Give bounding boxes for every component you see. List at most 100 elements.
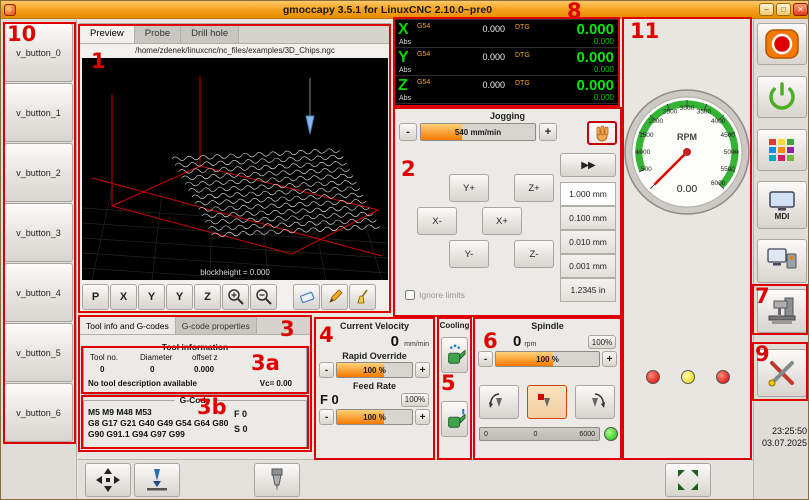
jog-fast-forward-button[interactable]: ▶▶ bbox=[560, 153, 616, 177]
jog-y-plus-button[interactable]: Y+ bbox=[449, 174, 489, 202]
block-height-button[interactable] bbox=[134, 463, 180, 497]
jog-speed-minus-button[interactable]: - bbox=[399, 123, 417, 141]
estop-button[interactable] bbox=[757, 23, 807, 65]
touch-off-button[interactable] bbox=[85, 463, 131, 497]
feed-override-value: 100 % bbox=[337, 410, 412, 424]
dro-row-x[interactable]: X G54 Abs 0.000 DTG 0.000 0.000 bbox=[395, 20, 618, 48]
zoom-out-icon bbox=[255, 288, 273, 306]
tool-gcode-notebook: Tool info and G-codes G-code properties … bbox=[79, 316, 311, 451]
sidebar-v-button-1[interactable]: v_button_1 bbox=[4, 83, 73, 142]
clear-plot-button[interactable] bbox=[293, 284, 320, 310]
jog-z-plus-button[interactable]: Z+ bbox=[514, 174, 554, 202]
sweep-plot-button[interactable] bbox=[349, 284, 376, 310]
clock-date: 03.07.2025 bbox=[762, 438, 807, 448]
dro-abs-label: Abs bbox=[399, 67, 411, 74]
gauge-tick: 4500 bbox=[720, 132, 735, 139]
gremlin-3d-view[interactable]: blockheight = 0.000 bbox=[82, 58, 388, 280]
close-button[interactable]: ✕ bbox=[793, 3, 808, 16]
rapid-override-slider[interactable]: 100 % bbox=[336, 362, 413, 378]
minimize-button[interactable]: – bbox=[759, 3, 774, 16]
spindle-title: Spindle bbox=[475, 319, 620, 331]
rapid-minus-button[interactable]: - bbox=[319, 362, 334, 378]
increment-1mm[interactable]: 1.000 mm bbox=[560, 182, 616, 206]
flood-coolant-button[interactable] bbox=[441, 401, 468, 437]
spindle-override-slider[interactable]: 100 % bbox=[495, 351, 600, 367]
feed-override-slider[interactable]: 100 % bbox=[336, 409, 413, 425]
tool-description: No tool description available bbox=[88, 379, 197, 388]
jog-y-minus-button[interactable]: Y- bbox=[449, 240, 489, 268]
increment-inch[interactable]: 1.2345 in bbox=[560, 278, 616, 302]
spindle-cw-button[interactable] bbox=[575, 385, 615, 419]
gcode-line: G8 G17 G21 G40 G49 G54 G64 G80 bbox=[88, 418, 228, 429]
current-velocity-unit: mm/min bbox=[399, 341, 429, 349]
power-button[interactable] bbox=[757, 76, 807, 118]
sidebar-v-button-5[interactable]: v_button_5 bbox=[4, 323, 73, 382]
mdi-button[interactable]: MDI bbox=[757, 181, 807, 229]
spindle-rpm-value: 0 bbox=[513, 334, 521, 349]
gauge-tick: 1500 bbox=[639, 132, 654, 139]
dro-panel[interactable]: X G54 Abs 0.000 DTG 0.000 0.000 Y G54 Ab… bbox=[394, 19, 619, 106]
zoom-out-button[interactable] bbox=[250, 284, 277, 310]
sidebar-v-button-6[interactable]: v_button_6 bbox=[4, 383, 73, 442]
increment-0001mm[interactable]: 0.001 mm bbox=[560, 254, 616, 278]
tab-drill-hole[interactable]: Drill hole bbox=[181, 24, 239, 43]
dro-row-z[interactable]: Z G54 Abs 0.000 DTG 0.000 0.000 bbox=[395, 76, 618, 104]
jog-z-minus-button[interactable]: Z- bbox=[514, 240, 554, 268]
view-y-button[interactable]: Y bbox=[138, 284, 165, 310]
tab-gcode-properties[interactable]: G-code properties bbox=[176, 317, 257, 334]
maximize-button[interactable]: □ bbox=[776, 3, 791, 16]
mist-coolant-button[interactable] bbox=[441, 337, 468, 373]
machine-table-button[interactable] bbox=[757, 289, 807, 333]
tools-button[interactable] bbox=[757, 349, 807, 397]
tab-probe[interactable]: Probe bbox=[135, 24, 181, 43]
dro-dtg-value: 0.000 bbox=[594, 65, 614, 74]
view-z-button[interactable]: Z bbox=[194, 284, 221, 310]
sidebar-v-button-4[interactable]: v_button_4 bbox=[4, 263, 73, 322]
spindle-pct-button[interactable]: 100% bbox=[588, 335, 616, 349]
dro-abs-label: Abs bbox=[399, 95, 411, 102]
jog-x-minus-button[interactable]: X- bbox=[417, 207, 457, 235]
cooling-panel: Cooling bbox=[438, 318, 471, 459]
jog-speed-plus-button[interactable]: + bbox=[539, 123, 557, 141]
setup-button[interactable] bbox=[757, 239, 807, 283]
spindle-minus-button[interactable]: - bbox=[478, 351, 493, 367]
view-y2-button[interactable]: Y bbox=[166, 284, 193, 310]
tab-preview[interactable]: Preview bbox=[80, 24, 135, 43]
jog-speed-value: 540 mm/min bbox=[421, 124, 535, 140]
spindle-stop-button[interactable] bbox=[527, 385, 567, 419]
view-x-button[interactable]: X bbox=[110, 284, 137, 310]
jog-speed-slider[interactable]: 540 mm/min bbox=[420, 123, 536, 141]
view-perspective-button[interactable]: P bbox=[82, 284, 109, 310]
spindle-plus-button[interactable]: + bbox=[602, 351, 617, 367]
jog-touch-button[interactable] bbox=[587, 121, 617, 145]
jog-x-plus-button[interactable]: X+ bbox=[482, 207, 522, 235]
jogging-panel: Jogging - 540 mm/min + ▶▶ Y+ Z+ X- X+ Y-… bbox=[394, 108, 621, 316]
increment-01mm[interactable]: 0.100 mm bbox=[560, 206, 616, 230]
feed-minus-button[interactable]: - bbox=[319, 409, 334, 425]
zoom-in-button[interactable] bbox=[222, 284, 249, 310]
active-speed: S 0 bbox=[234, 422, 248, 437]
dro-row-y[interactable]: Y G54 Abs 0.000 DTG 0.000 0.000 bbox=[395, 48, 618, 76]
feed-plus-button[interactable]: + bbox=[415, 409, 430, 425]
keyboard-button[interactable] bbox=[757, 129, 807, 171]
edit-gcode-button[interactable] bbox=[321, 284, 348, 310]
loaded-file-path: /home/zdenek/linuxcnc/nc_files/examples/… bbox=[80, 44, 390, 57]
gauge-tick: 500 bbox=[641, 166, 652, 173]
tool-measure-button[interactable] bbox=[254, 463, 300, 497]
mdi-label: MDI bbox=[775, 212, 790, 221]
sidebar-v-button-2[interactable]: v_button_2 bbox=[4, 143, 73, 202]
rapid-plus-button[interactable]: + bbox=[415, 362, 430, 378]
tab-tool-info-gcodes[interactable]: Tool info and G-codes bbox=[80, 317, 176, 334]
fullscreen-button[interactable] bbox=[665, 463, 711, 497]
increment-001mm[interactable]: 0.010 mm bbox=[560, 230, 616, 254]
sidebar-v-button-3[interactable]: v_button_3 bbox=[4, 203, 73, 262]
gauge-hub bbox=[683, 148, 691, 156]
sidebar-v-button-0[interactable]: v_button_0 bbox=[4, 23, 73, 82]
ignore-limits-checkbox[interactable] bbox=[405, 290, 415, 300]
feed-pct-button[interactable]: 100% bbox=[401, 393, 429, 407]
spindle-ccw-button[interactable] bbox=[479, 385, 519, 419]
mist-icon bbox=[444, 342, 466, 368]
status-led-row bbox=[623, 370, 752, 384]
four-arrows-icon bbox=[95, 467, 121, 493]
dro-abs-value: 0.000 bbox=[453, 24, 505, 34]
